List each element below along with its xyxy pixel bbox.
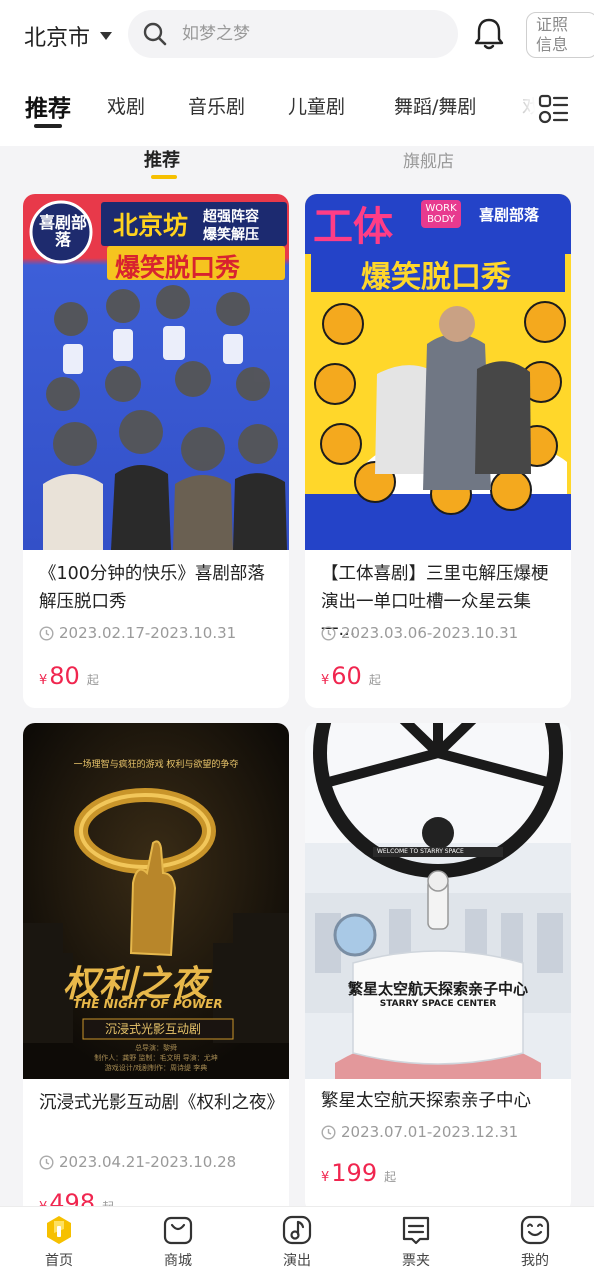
- show-price: ¥ 80 起: [39, 662, 99, 690]
- poster-headline: 北京坊: [113, 211, 189, 240]
- price-value: 199: [331, 1159, 378, 1187]
- show-title: 繁星太空航天探索亲子中心: [321, 1091, 531, 1111]
- city-selector[interactable]: 北京市: [24, 18, 113, 54]
- clock-icon: [321, 625, 336, 641]
- poster-tagline: 一场理智与疯狂的游戏 权利与欲望的争夺: [73, 760, 239, 770]
- poster-image: WELCOME TO STARRY SPACE 繁星太空航天探索亲子中心 STA…: [305, 723, 571, 1079]
- show-price: ¥ 199 起: [321, 1159, 396, 1187]
- date-range: 2023.07.01-2023.12.31: [341, 1123, 519, 1141]
- subtab-flagship[interactable]: 旗舰店: [403, 147, 454, 172]
- nav-shows[interactable]: 演出: [257, 1213, 337, 1270]
- poster-image: 一场理智与疯狂的游戏 权利与欲望的争夺 权利之夜 THE NIGHT OF PO…: [23, 723, 289, 1079]
- license-info-line2: 信息: [536, 35, 569, 54]
- price-value: 80: [49, 662, 80, 690]
- date-range: 2023.02.17-2023.10.31: [59, 624, 237, 642]
- bottom-tab-bar: 首页 商城 演出 票夹 我的: [0, 1206, 594, 1280]
- home-icon: [47, 1216, 71, 1244]
- currency-symbol: ¥: [39, 673, 48, 688]
- nav-shows-label: 演出: [283, 1253, 311, 1269]
- shopping-bag-icon: [163, 1216, 193, 1245]
- poster-headline: 工体: [313, 204, 393, 250]
- poster-subhead: 爆笑脱口秀: [361, 260, 511, 295]
- search-icon: [143, 22, 167, 46]
- tab-musical[interactable]: 音乐剧: [188, 92, 245, 119]
- poster-welcome: WELCOME TO STARRY SPACE: [377, 848, 464, 855]
- show-dates: 2023.04.21-2023.10.28: [39, 1153, 236, 1171]
- clock-icon: [321, 1124, 336, 1140]
- clock-icon: [39, 625, 54, 641]
- city-label: 北京市: [24, 26, 91, 51]
- show-dates: 2023.03.06-2023.10.31: [321, 624, 518, 642]
- poster-headline: 繁星太空航天探索亲子中心: [347, 980, 528, 998]
- price-suffix: 起: [368, 673, 381, 687]
- poster-credits-1: 总导演：黎舜: [135, 1044, 177, 1052]
- show-dates: 2023.02.17-2023.10.31: [39, 624, 236, 642]
- search-input[interactable]: [182, 24, 432, 44]
- subtab-indicator: [151, 175, 177, 179]
- tab-children[interactable]: 儿童剧: [288, 92, 345, 119]
- nav-home-label: 首页: [45, 1253, 73, 1269]
- ticket-icon: [402, 1216, 430, 1245]
- poster-workbody: WORK BODY: [421, 200, 461, 228]
- show-card[interactable]: 喜剧部落 北京坊 超强阵容 爆笑解压 爆笑脱口秀 《100分钟的快乐》喜剧部落解…: [23, 194, 289, 708]
- poster-credits-2: 制作人：龚野 监制：毛文明 导演：尤坤: [94, 1054, 218, 1062]
- currency-symbol: ¥: [321, 1170, 330, 1185]
- music-note-icon: [282, 1215, 312, 1245]
- smiley-profile-icon: [520, 1215, 550, 1245]
- category-tabs: 推荐 戏剧 音乐剧 儿童剧 舞蹈/舞剧 戏: [0, 84, 594, 132]
- nav-mall-label: 商城: [164, 1253, 192, 1269]
- license-info-button[interactable]: 证照 信息: [526, 12, 594, 58]
- show-card[interactable]: 工体 WORK BODY 喜剧部落 爆笑脱口秀 【工体喜剧】三里屯解压爆梗演出一…: [305, 194, 571, 708]
- price-suffix: 起: [384, 1170, 397, 1184]
- date-range: 2023.04.21-2023.10.28: [59, 1153, 237, 1171]
- license-info-line1: 证照: [536, 15, 569, 34]
- tab-drama[interactable]: 戏剧: [107, 92, 145, 119]
- poster-tag-1: 超强阵容: [203, 209, 259, 225]
- nav-profile[interactable]: 我的: [495, 1213, 575, 1270]
- poster-badge: 喜剧部落: [39, 213, 88, 249]
- currency-symbol: ¥: [321, 673, 330, 688]
- nav-tickets-label: 票夹: [402, 1253, 430, 1269]
- caret-down-icon: [100, 32, 113, 40]
- search-bar[interactable]: [128, 10, 458, 58]
- show-card[interactable]: WELCOME TO STARRY SPACE 繁星太空航天探索亲子中心 STA…: [305, 723, 571, 1213]
- poster-english: THE NIGHT OF POWER: [73, 997, 223, 1011]
- show-price: ¥ 60 起: [321, 662, 381, 690]
- poster-english: STARRY SPACE CENTER: [379, 999, 497, 1009]
- category-menu-icon[interactable]: [538, 94, 568, 124]
- poster-image: 工体 WORK BODY 喜剧部落 爆笑脱口秀: [305, 194, 571, 550]
- show-card[interactable]: 一场理智与疯狂的游戏 权利与欲望的争夺 权利之夜 THE NIGHT OF PO…: [23, 723, 289, 1243]
- active-tab-indicator: [34, 124, 62, 128]
- nav-tickets[interactable]: 票夹: [376, 1213, 456, 1270]
- subtab-recommend[interactable]: 推荐: [144, 146, 180, 172]
- nav-home[interactable]: 首页: [19, 1213, 99, 1270]
- poster-image: 喜剧部落 北京坊 超强阵容 爆笑解压 爆笑脱口秀: [23, 194, 289, 550]
- show-title: 沉浸式光影互动剧《权利之夜》: [39, 1093, 284, 1113]
- poster-badge: 喜剧部落: [479, 206, 540, 224]
- poster-tag-2: 爆笑解压: [203, 227, 259, 243]
- price-value: 60: [331, 662, 362, 690]
- tab-recommend[interactable]: 推荐: [25, 89, 71, 123]
- bell-icon[interactable]: [472, 16, 506, 52]
- tab-dance[interactable]: 舞蹈/舞剧: [394, 92, 476, 119]
- clock-icon: [39, 1154, 54, 1170]
- nav-profile-label: 我的: [521, 1253, 549, 1269]
- date-range: 2023.03.06-2023.10.31: [341, 624, 519, 642]
- top-header: 北京市 证照 信息: [0, 0, 594, 72]
- poster-subhead: 爆笑脱口秀: [115, 253, 241, 282]
- nav-mall[interactable]: 商城: [138, 1213, 218, 1270]
- show-dates: 2023.07.01-2023.12.31: [321, 1123, 518, 1141]
- price-suffix: 起: [86, 673, 99, 687]
- poster-credits-3: 游戏设计/戏剧制作：周诗缇 李典: [104, 1064, 208, 1072]
- show-title: 《100分钟的快乐》喜剧部落解压脱口秀: [39, 564, 265, 612]
- poster-subtitle: 沉浸式光影互动剧: [105, 1022, 202, 1036]
